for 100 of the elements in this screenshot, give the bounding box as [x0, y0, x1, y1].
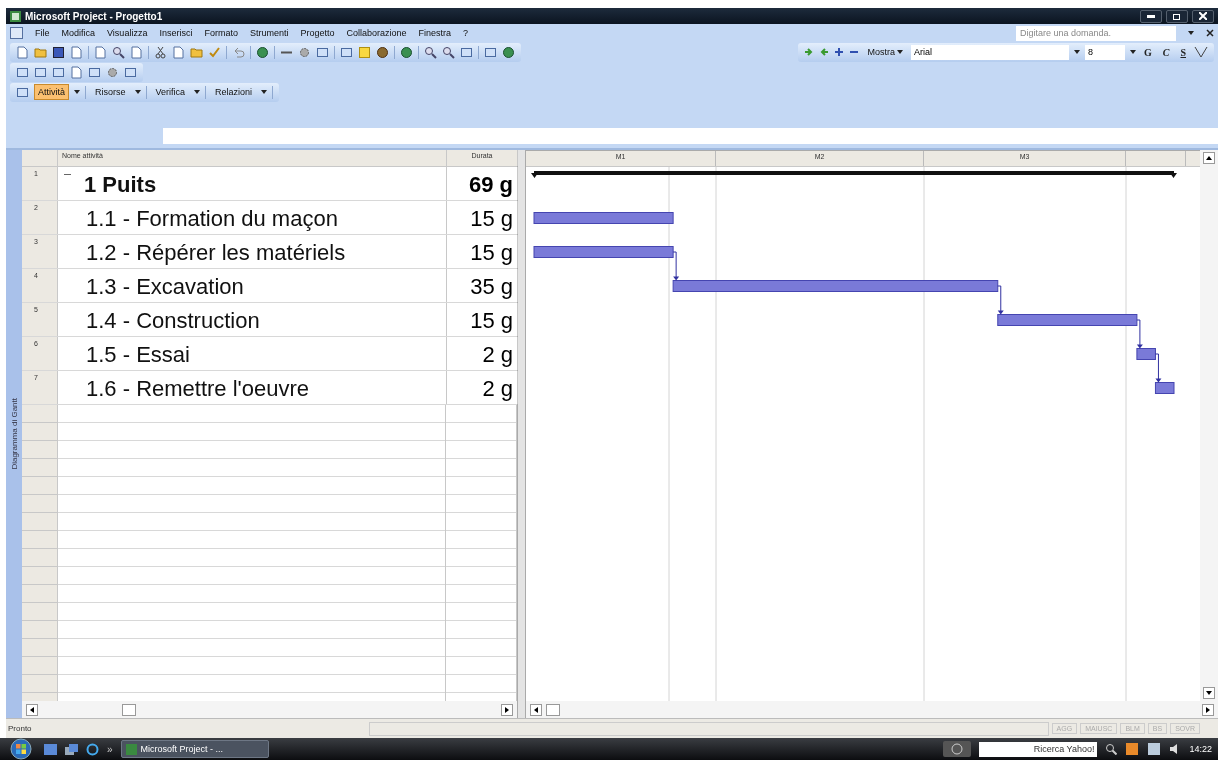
page-icon[interactable] [130, 45, 143, 59]
globe-icon[interactable] [400, 45, 413, 59]
browser-icon[interactable] [86, 742, 99, 756]
menu-item[interactable]: Inserisci [159, 28, 193, 38]
right-arrow-icon [505, 706, 509, 713]
scroll-thumb[interactable] [122, 703, 136, 716]
summary-bar[interactable] [531, 171, 1177, 178]
link-arrow[interactable] [997, 285, 1004, 315]
tile-icon[interactable] [16, 65, 29, 79]
up-arrow-icon [1206, 156, 1212, 160]
caret-icon [134, 90, 141, 94]
window-switch-icon[interactable] [65, 743, 78, 755]
caret-icon [74, 90, 80, 94]
tile-icon[interactable] [52, 65, 65, 79]
link-arrow[interactable] [1154, 353, 1162, 383]
tray-icon[interactable] [1147, 742, 1162, 756]
caret-icon [897, 50, 903, 54]
font-field[interactable]: Arial [911, 44, 1069, 60]
menu-item[interactable]: Collaborazione [346, 28, 407, 38]
globe-icon[interactable] [502, 45, 515, 59]
menu-item[interactable]: Strumenti [249, 28, 289, 38]
tile-icon[interactable] [316, 45, 329, 59]
left-arrow-icon [534, 706, 538, 713]
link-arrow[interactable] [1136, 319, 1143, 349]
guide-button[interactable]: Relazioni [211, 84, 257, 100]
search-field[interactable]: Ricerca Yahoo! [979, 741, 1098, 757]
page-icon[interactable] [94, 45, 107, 59]
menu-item[interactable]: Modifica [61, 28, 96, 38]
view-bar[interactable]: Diagramma di Gantt [6, 150, 22, 718]
underline-button[interactable]: S [1177, 46, 1189, 58]
tile-icon[interactable] [16, 85, 29, 99]
tile-icon[interactable] [34, 65, 47, 79]
task-name: 1.6 - Remettre l'oeuvre [86, 376, 310, 402]
help-field[interactable]: Digitare una domanda. [1016, 25, 1176, 41]
desktop-icon[interactable] [44, 743, 57, 755]
task-name: 1.4 - Construction [86, 308, 260, 334]
page-icon[interactable] [172, 45, 185, 59]
menu-item[interactable]: Progetto [300, 28, 335, 38]
guide-button[interactable]: Verifica [151, 84, 190, 100]
page-icon[interactable] [70, 65, 83, 79]
plus-icon[interactable] [834, 47, 845, 57]
menu-item[interactable]: Visualizza [107, 28, 148, 38]
arrow-icon[interactable] [804, 47, 815, 57]
caret-icon [1188, 31, 1194, 35]
arrow-icon[interactable] [819, 47, 830, 57]
search-icon[interactable] [1105, 743, 1118, 755]
scroll-right-button[interactable] [1202, 703, 1214, 716]
bold-button[interactable]: G [1141, 46, 1155, 58]
document-icon[interactable] [10, 27, 23, 39]
tile-icon[interactable] [88, 65, 101, 79]
tile-icon[interactable] [484, 45, 497, 59]
close-icon[interactable] [1206, 29, 1214, 37]
italic-button[interactable]: C [1159, 46, 1173, 58]
scroll-down-button[interactable] [1203, 687, 1215, 699]
font-size-field[interactable]: 8 [1085, 44, 1125, 60]
down-arrow-icon [1206, 691, 1212, 695]
task-bar[interactable] [1154, 382, 1175, 394]
menu-item[interactable]: ? [463, 28, 469, 38]
menu-item[interactable]: File [35, 28, 50, 38]
folder-icon[interactable] [34, 45, 47, 59]
tile-icon[interactable] [124, 65, 137, 79]
filter-icon[interactable] [1194, 46, 1208, 58]
minimize-button[interactable] [1140, 9, 1162, 23]
window-title: Microsoft Project - Progetto1 [25, 10, 164, 22]
task-name: 1 Puits [84, 172, 157, 198]
magnifier-icon[interactable] [424, 45, 437, 59]
caret-icon [261, 90, 268, 94]
entry-field[interactable] [163, 128, 1218, 144]
coin-icon[interactable] [376, 45, 389, 59]
guide-button[interactable]: Risorse [91, 84, 130, 100]
scroll-right-button[interactable] [501, 703, 513, 716]
scissors-icon[interactable] [154, 45, 167, 59]
page-icon[interactable] [70, 45, 83, 59]
menu-item[interactable]: Formato [204, 28, 238, 38]
page-icon[interactable] [16, 45, 29, 59]
close-icon [1199, 12, 1207, 20]
menu-item[interactable]: Finestra [418, 28, 452, 38]
undo-icon[interactable] [232, 45, 245, 59]
magnifier-icon[interactable] [442, 45, 455, 59]
scroll-left-button[interactable] [530, 703, 542, 716]
scroll-left-button[interactable] [26, 703, 38, 716]
scroll-thumb[interactable] [546, 703, 560, 716]
link-arrow[interactable] [672, 251, 680, 281]
globe-icon[interactable] [256, 45, 269, 59]
magnifier-icon[interactable] [112, 45, 125, 59]
right-arrow-icon [1206, 706, 1210, 713]
close-button[interactable] [1192, 9, 1214, 23]
check-icon[interactable] [208, 45, 221, 59]
show-button[interactable]: Mostra [864, 44, 906, 60]
more-button[interactable]: » [107, 743, 113, 755]
tile-icon[interactable] [460, 45, 473, 59]
clock: 14:22 [1189, 744, 1212, 754]
scroll-up-button[interactable] [1203, 152, 1215, 164]
folder-icon[interactable] [190, 45, 203, 59]
collapse-icon[interactable] [64, 171, 71, 178]
taskbar-button[interactable]: Microsoft Project - ... [120, 740, 269, 758]
guide-button[interactable]: Attività [34, 84, 69, 100]
restore-button[interactable] [1166, 9, 1188, 23]
tile-icon[interactable] [340, 45, 353, 59]
tray-icon[interactable] [1125, 742, 1140, 756]
